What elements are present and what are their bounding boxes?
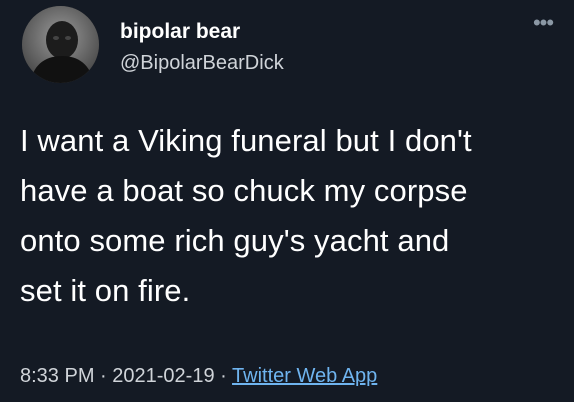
avatar-photo-icon <box>22 6 99 83</box>
tweet-text-line: have a boat so chuck my corpse <box>20 173 468 208</box>
tweet-date[interactable]: 2021-02-19 <box>112 365 214 387</box>
avatar[interactable] <box>22 6 99 83</box>
tweet-card: bipolar bear @BipolarBearDick ••• I want… <box>0 0 574 402</box>
meta-separator: · <box>100 365 107 387</box>
tweet-text-line: onto some rich guy's yacht and <box>20 223 450 258</box>
author-handle[interactable]: @BipolarBearDick <box>120 51 284 75</box>
author-display-name[interactable]: bipolar bear <box>120 20 240 44</box>
tweet-time[interactable]: 8:33 PM <box>20 365 94 387</box>
meta-separator: · <box>220 365 227 387</box>
tweet-text-line: I want a Viking funeral but I don't <box>20 123 472 158</box>
tweet-source-link[interactable]: Twitter Web App <box>232 365 377 387</box>
more-options-icon[interactable]: ••• <box>526 12 560 34</box>
tweet-text-line: set it on fire. <box>20 273 191 308</box>
tweet-text: I want a Viking funeral but I don't have… <box>20 116 560 316</box>
tweet-meta: 8:33 PM · 2021-02-19 · Twitter Web App <box>20 364 377 388</box>
